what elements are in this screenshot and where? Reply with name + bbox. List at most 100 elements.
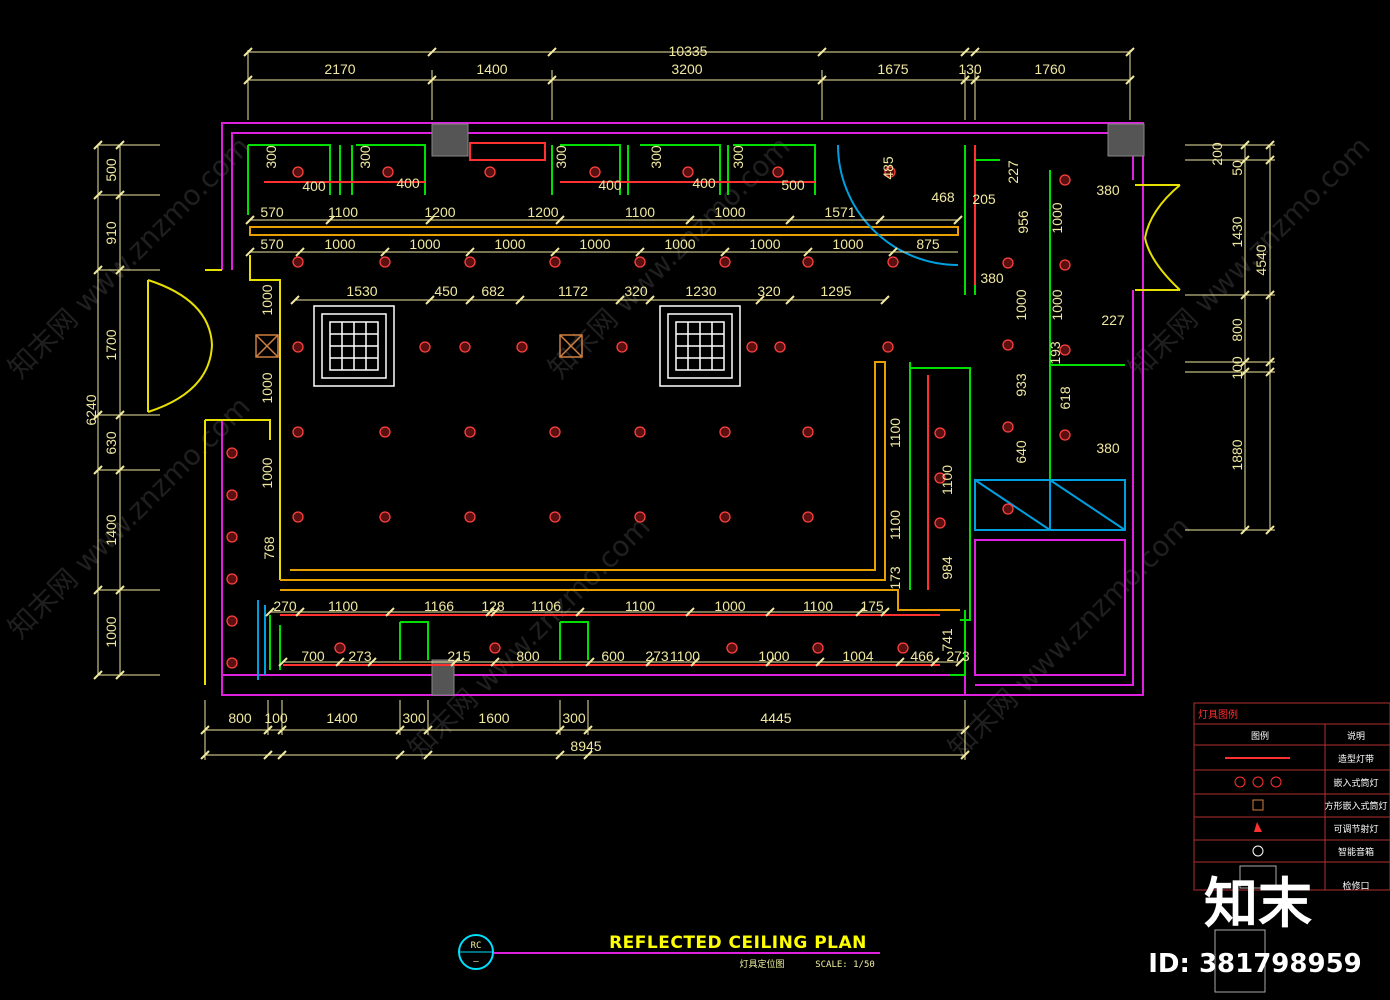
dim-right: 100 [1229, 356, 1245, 380]
dim-top-total: 10335 [669, 43, 708, 59]
downlight-icon [772, 166, 784, 178]
dim-row-label: 128 [481, 598, 505, 614]
downlight-icon [226, 615, 238, 627]
dim-misc: 618 [1057, 386, 1073, 410]
dim-bay-label: 400 [598, 177, 622, 193]
legend-col-symbol: 图例 [1251, 730, 1269, 742]
dim-top: 130 [958, 61, 982, 77]
access-panels [255, 334, 583, 358]
dim-bay-label: 300 [553, 145, 569, 169]
dim-row-label: 1000 [494, 236, 525, 252]
dim-bay-label: 400 [302, 178, 326, 194]
square-downlight-symbol [1252, 799, 1264, 811]
drawing-subtitle: 灯具定位图 [739, 958, 784, 970]
downlight-icon [887, 256, 899, 268]
speaker-symbol [1252, 845, 1264, 857]
dim-row-label: 1004 [842, 648, 873, 664]
dim-row-label: 1200 [424, 204, 455, 220]
dim-bay-label: 300 [648, 145, 664, 169]
dim-misc: 768 [261, 536, 277, 560]
dim-left: 1700 [103, 329, 119, 360]
dim-misc: 1100 [887, 510, 903, 540]
downlight-icon [292, 341, 304, 353]
dim-row-label: 1230 [685, 283, 716, 299]
downlight-icon [934, 427, 946, 439]
downlight-icon [382, 166, 394, 178]
dim-row-label: 1106 [531, 598, 561, 614]
dim-bottom: 100 [264, 710, 288, 726]
downlight-icon [419, 341, 431, 353]
dim-row-label: 1000 [579, 236, 610, 252]
dim-row-label: 570 [260, 204, 284, 220]
dim-misc: 640 [1013, 440, 1029, 464]
downlight-icon [334, 642, 346, 654]
dim-row-label: 1571 [824, 204, 855, 220]
downlight-icon [802, 511, 814, 523]
downlight-icon [774, 341, 786, 353]
dim-row-label: 466 [910, 648, 934, 664]
dim-row-label: 1000 [832, 236, 863, 252]
downlight-icon [719, 256, 731, 268]
downlight-icon [1059, 259, 1071, 271]
legend-row-label: 智能音箱 [1338, 846, 1374, 858]
dim-misc: 956 [1015, 210, 1031, 234]
downlight-icon [802, 426, 814, 438]
dim-top: 1760 [1034, 61, 1065, 77]
dim-row-label: 1100 [625, 204, 655, 220]
watermark-text: 知末网 www.znzmo.com [2, 390, 257, 645]
dim-misc: 1100 [887, 418, 903, 448]
downlight-icon [226, 447, 238, 459]
dim-top: 2170 [324, 61, 355, 77]
dim-bottom: 4445 [760, 710, 791, 726]
dim-row-label: 1000 [664, 236, 695, 252]
dim-row-label: 1530 [346, 283, 377, 299]
dim-right: 1880 [1229, 439, 1245, 470]
downlight-icon [746, 341, 758, 353]
dim-left: 500 [103, 158, 119, 182]
dim-row-label: 1172 [558, 283, 588, 299]
downlight-icon [379, 511, 391, 523]
dim-bay-label: 300 [357, 145, 373, 169]
dim-misc: 1000 [259, 457, 275, 488]
dim-misc: 205 [972, 191, 996, 207]
downlight-icon [516, 341, 528, 353]
downlight-symbol [1234, 776, 1282, 788]
dim-bay-label: 300 [730, 145, 746, 169]
dim-row-label: 570 [260, 236, 284, 252]
dim-bay-label: 400 [396, 175, 420, 191]
legend-row-label: 方形嵌入式筒灯 [1324, 800, 1387, 812]
dim-bottom: 300 [402, 710, 426, 726]
downlight-icon [464, 256, 476, 268]
section-tag-sub: — [473, 957, 479, 967]
drawing-title: REFLECTED CEILING PLAN [609, 933, 867, 953]
watermark-text: 知末网 www.znzmo.com [942, 510, 1197, 765]
dim-left: 630 [103, 431, 119, 455]
downlight-icon [379, 426, 391, 438]
downlight-icon [549, 511, 561, 523]
dim-misc: 1000 [259, 284, 275, 315]
dim-bay-label: 400 [692, 175, 716, 191]
dim-row-label: 682 [481, 283, 505, 299]
dim-right: 50 [1229, 160, 1245, 176]
downlight-icon [634, 511, 646, 523]
dim-row-label: 1000 [758, 648, 789, 664]
dim-misc: 227 [1005, 160, 1021, 184]
legend-row-label: 嵌入式筒灯 [1333, 777, 1378, 789]
legend-row-label: 可调节射灯 [1333, 823, 1378, 835]
id-text: ID: 381798959 [1148, 949, 1362, 979]
dim-misc: 1000 [1013, 289, 1029, 320]
dim-misc: 1100 [939, 465, 955, 495]
dim-right: 800 [1229, 318, 1245, 342]
downlight-icon [634, 426, 646, 438]
dim-row-label: 800 [516, 648, 540, 664]
downlight-icon [489, 642, 501, 654]
dim-row-label: 215 [447, 648, 471, 664]
watermark-text: 知末网 www.znzmo.com [1122, 130, 1377, 385]
dim-row-label: 1100 [625, 598, 655, 614]
dim-misc: 1000 [1049, 289, 1065, 320]
downlight-icon [226, 531, 238, 543]
downlight-icon [549, 256, 561, 268]
dim-row-label: 1295 [820, 283, 851, 299]
dim-misc: 380 [1096, 182, 1120, 198]
dim-row-label: 1000 [409, 236, 440, 252]
